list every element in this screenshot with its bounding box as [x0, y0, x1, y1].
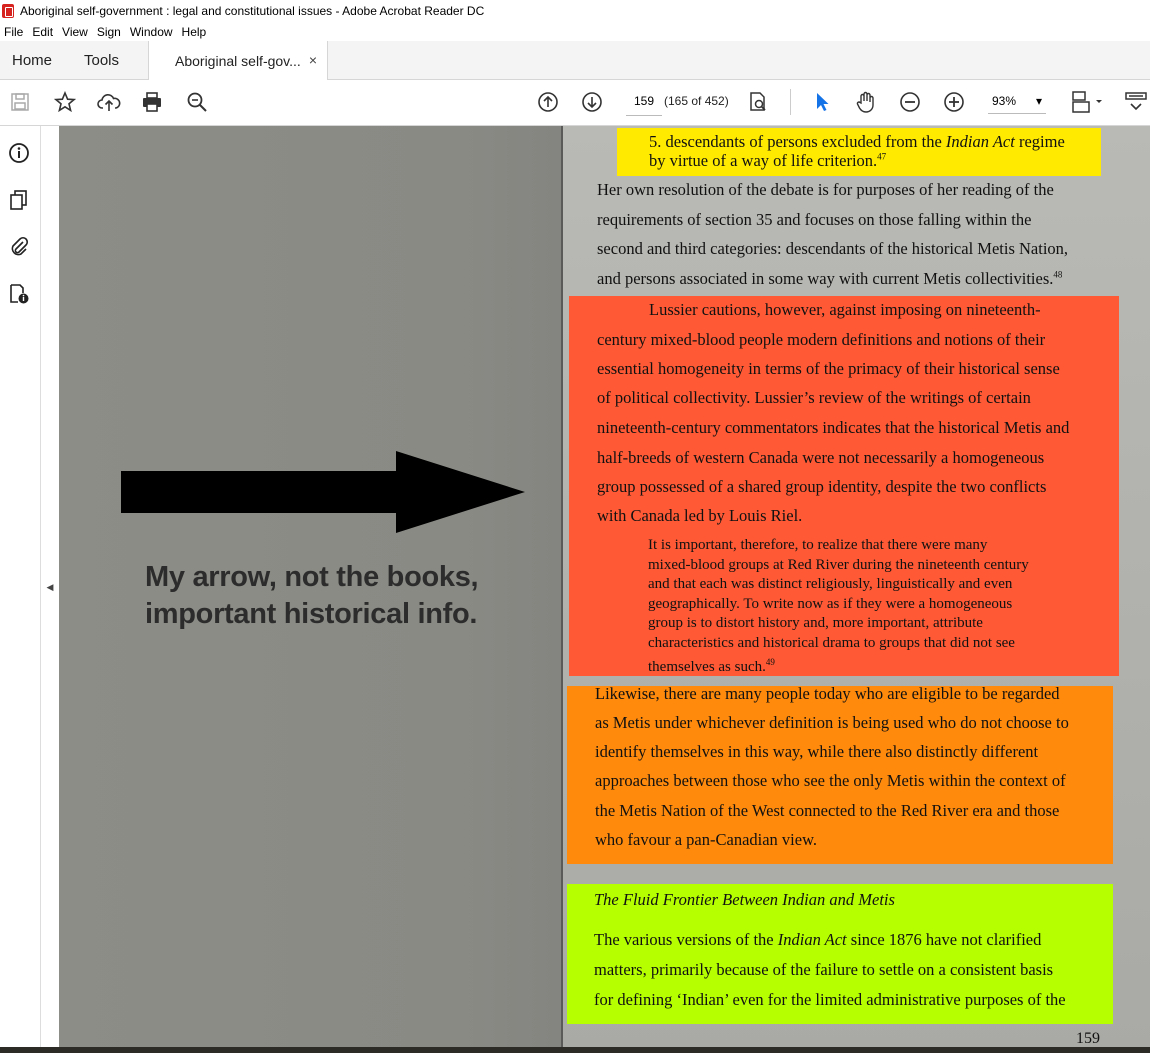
tab-tools[interactable]: Tools	[84, 52, 119, 69]
tab-document[interactable]: Aboriginal self-gov... ×	[148, 41, 328, 80]
text-line: matters, primarily because of the failur…	[594, 960, 1054, 979]
quote-line: themselves as such.49	[648, 657, 775, 675]
text-line: nineteenth-century commentators indicate…	[597, 418, 1070, 437]
text-line: The various versions of the Indian Act s…	[594, 930, 1042, 949]
text-line: for defining ‘Indian’ even for the limit…	[594, 990, 1066, 1009]
menu-window[interactable]: Window	[126, 25, 178, 39]
page-number-input[interactable]	[626, 87, 662, 116]
attachment-paperclip-icon[interactable]	[7, 234, 31, 258]
text-line: essential homogeneity in terms of the pr…	[597, 359, 1060, 378]
annotation-arrow-icon	[121, 451, 525, 533]
zoom-dropdown[interactable]: 93% ▾	[988, 88, 1046, 114]
page-thumbnails-icon[interactable]	[7, 188, 31, 212]
chevron-down-icon: ▾	[1035, 93, 1042, 108]
acrobat-icon	[2, 4, 14, 18]
print-icon[interactable]	[140, 90, 164, 114]
text-line: by virtue of a way of life criterion.47	[649, 151, 887, 170]
tab-home[interactable]: Home	[12, 52, 52, 69]
text-line: of political collectivity. Lussier’s rev…	[597, 388, 1031, 407]
quote-line: characteristics and historical drama to …	[648, 635, 1015, 651]
text-line: approaches between those who see the onl…	[595, 771, 1066, 790]
text-line: group possessed of a shared group identi…	[597, 477, 1047, 496]
more-tools-icon[interactable]	[1124, 90, 1148, 114]
page-display-icon[interactable]	[1070, 90, 1104, 114]
toolbar-divider	[790, 89, 791, 115]
menu-bar: File Edit View Sign Window Help	[0, 22, 1150, 41]
bookmark-star-icon[interactable]	[53, 90, 77, 114]
text-line: with Canada led by Louis Riel.	[597, 506, 803, 525]
text-line: as Metis under whichever definition is b…	[595, 713, 1069, 732]
annotation-note: My arrow, not the books, important histo…	[145, 559, 479, 633]
page-number: 159	[1076, 1030, 1100, 1047]
toolbar	[0, 80, 1150, 126]
text-line: second and third categories: descendants…	[597, 239, 1069, 258]
collapse-panel-arrow-icon[interactable]: ◀	[42, 575, 58, 599]
quote-line: and that each was distinct religiously, …	[648, 576, 1013, 592]
annotation-note-line: My arrow, not the books,	[145, 561, 479, 593]
text-line: identify themselves in this way, while t…	[595, 742, 1039, 761]
text-line: Likewise, there are many people today wh…	[595, 684, 1060, 703]
select-tool-icon[interactable]	[810, 90, 834, 114]
menu-edit[interactable]: Edit	[28, 25, 58, 39]
tab-document-label: Aboriginal self-gov...	[175, 53, 301, 69]
next-page-icon[interactable]	[580, 90, 604, 114]
menu-file[interactable]: File	[0, 25, 28, 39]
text-line: requirements of section 35 and focuses o…	[597, 210, 1032, 229]
hand-tool-icon[interactable]	[854, 90, 878, 114]
text-line: Lussier cautions, however, against impos…	[649, 300, 1041, 319]
upload-cloud-icon[interactable]	[97, 90, 121, 114]
zoom-out-icon[interactable]	[898, 90, 922, 114]
text-line: century mixed-blood people modern defini…	[597, 330, 1046, 349]
document-viewer: My arrow, not the books, important histo…	[59, 126, 1150, 1053]
text-line: half-breeds of western Canada were not n…	[597, 448, 1045, 467]
page-count: (165 of 452)	[664, 94, 729, 108]
section-heading: The Fluid Frontier Between Indian and Me…	[594, 890, 895, 909]
save-icon[interactable]	[8, 90, 32, 114]
quote-line: geographically. To write now as if they …	[648, 596, 1013, 612]
close-tab-icon[interactable]: ×	[309, 52, 317, 68]
zoom-in-icon[interactable]	[942, 90, 966, 114]
info-icon[interactable]	[7, 141, 31, 165]
text-line: Her own resolution of the debate is for …	[597, 180, 1054, 199]
menu-view[interactable]: View	[58, 25, 93, 39]
search-zoom-icon[interactable]	[185, 90, 209, 114]
title-bar: Aboriginal self-government : legal and c…	[0, 0, 1150, 22]
tab-bar: Home Tools Aboriginal self-gov... ×	[0, 41, 1150, 80]
document-properties-icon[interactable]	[7, 282, 31, 306]
text-line: 5. descendants of persons excluded from …	[649, 132, 1065, 151]
page-thumbnail-search-icon[interactable]	[746, 90, 770, 114]
menu-help[interactable]: Help	[178, 25, 212, 39]
left-navigation-rail	[0, 126, 41, 1053]
menu-sign[interactable]: Sign	[93, 25, 126, 39]
zoom-value: 93%	[992, 93, 1017, 108]
quote-line: mixed-blood groups at Red River during t…	[648, 557, 1029, 573]
taskbar-edge	[0, 1047, 1150, 1053]
previous-page-icon[interactable]	[536, 90, 560, 114]
window-title: Aboriginal self-government : legal and c…	[20, 4, 485, 18]
text-line: the Metis Nation of the West connected t…	[595, 801, 1060, 820]
annotation-note-line: important historical info.	[145, 598, 478, 630]
text-line: who favour a pan-Canadian view.	[595, 830, 818, 849]
quote-line: It is important, therefore, to realize t…	[648, 537, 988, 553]
quote-line: group is to distort history and, more im…	[648, 615, 983, 631]
text-line: and persons associated in some way with …	[597, 269, 1063, 288]
